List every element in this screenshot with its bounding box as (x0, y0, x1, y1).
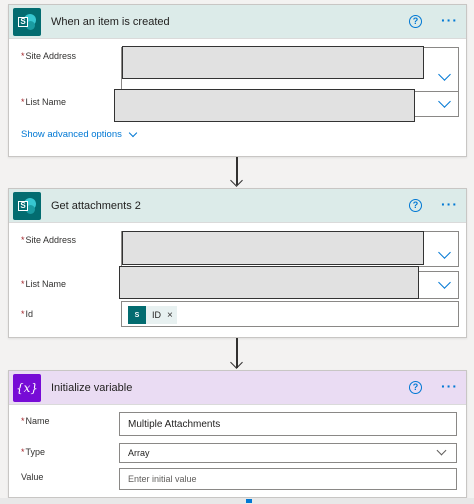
variable-value-placeholder[interactable]: Enter initial value (128, 469, 414, 489)
list-name-redacted-value (119, 266, 419, 299)
help-icon[interactable]: ? (409, 381, 422, 394)
token-label: ID (152, 310, 161, 320)
help-icon[interactable]: ? (409, 15, 422, 28)
initialize-variable-card-header[interactable]: {x} Initialize variable ? ··· (9, 371, 466, 405)
id-dynamic-token[interactable]: S ID × (128, 306, 177, 324)
initialize-variable-card: {x} Initialize variable ? ··· *Name Mult… (8, 370, 467, 498)
variable-type-value[interactable]: Array (128, 444, 414, 462)
required-mark: * (21, 416, 25, 426)
sharepoint-icon: S (13, 8, 41, 36)
trigger-card-header[interactable]: S When an item is created ? ··· (9, 5, 466, 39)
trigger-card: S When an item is created ? ··· *Site Ad… (8, 4, 467, 157)
more-options-icon[interactable]: ··· (441, 13, 458, 27)
list-name-redacted-value (114, 89, 415, 122)
get-attachments-card: S Get attachments 2 ? ··· *Site Address … (8, 188, 467, 338)
variable-type-select[interactable]: Array (119, 443, 457, 463)
required-mark: * (21, 279, 25, 289)
variable-name-value[interactable]: Multiple Attachments (128, 413, 414, 435)
site-address-redacted-value (122, 231, 424, 265)
get-attachments-card-title: Get attachments 2 (51, 200, 141, 212)
chevron-down-icon[interactable] (438, 68, 451, 81)
value-label: Value (21, 472, 44, 482)
chevron-down-icon (128, 128, 138, 137)
sharepoint-icon: S (128, 306, 146, 324)
id-label: *Id (21, 309, 34, 319)
required-mark: * (21, 51, 25, 61)
site-address-label: *Site Address (21, 51, 77, 61)
variable-icon: {x} (13, 374, 41, 402)
arrow-down-icon (230, 174, 243, 187)
arrow-down-icon (230, 356, 243, 369)
name-label: *Name (21, 416, 50, 426)
type-label: *Type (21, 447, 46, 457)
required-mark: * (21, 235, 25, 245)
chevron-down-icon[interactable] (438, 246, 451, 259)
get-attachments-card-header[interactable]: S Get attachments 2 ? ··· (9, 189, 466, 223)
help-icon[interactable]: ? (409, 199, 422, 212)
more-options-icon[interactable]: ··· (441, 197, 458, 211)
list-name-label: *List Name (21, 279, 67, 289)
show-advanced-options-link[interactable]: Show advanced options (21, 128, 138, 140)
sharepoint-icon: S (13, 192, 41, 220)
scrollbar-thumb[interactable] (246, 499, 252, 503)
site-address-redacted-value (122, 46, 424, 79)
required-mark: * (21, 309, 25, 319)
list-name-label: *List Name (21, 97, 67, 107)
variable-value-input[interactable]: Enter initial value (119, 468, 457, 490)
chevron-down-icon[interactable] (436, 445, 447, 456)
horizontal-scrollbar[interactable] (0, 498, 474, 504)
required-mark: * (21, 97, 25, 107)
variable-name-input[interactable]: Multiple Attachments (119, 412, 457, 436)
chevron-down-icon[interactable] (438, 276, 451, 289)
chevron-down-icon[interactable] (438, 95, 451, 108)
more-options-icon[interactable]: ··· (441, 379, 458, 393)
required-mark: * (21, 447, 25, 457)
initialize-variable-card-title: Initialize variable (51, 382, 133, 394)
site-address-label: *Site Address (21, 235, 77, 245)
close-icon[interactable]: × (167, 310, 173, 321)
trigger-card-title: When an item is created (51, 16, 170, 28)
